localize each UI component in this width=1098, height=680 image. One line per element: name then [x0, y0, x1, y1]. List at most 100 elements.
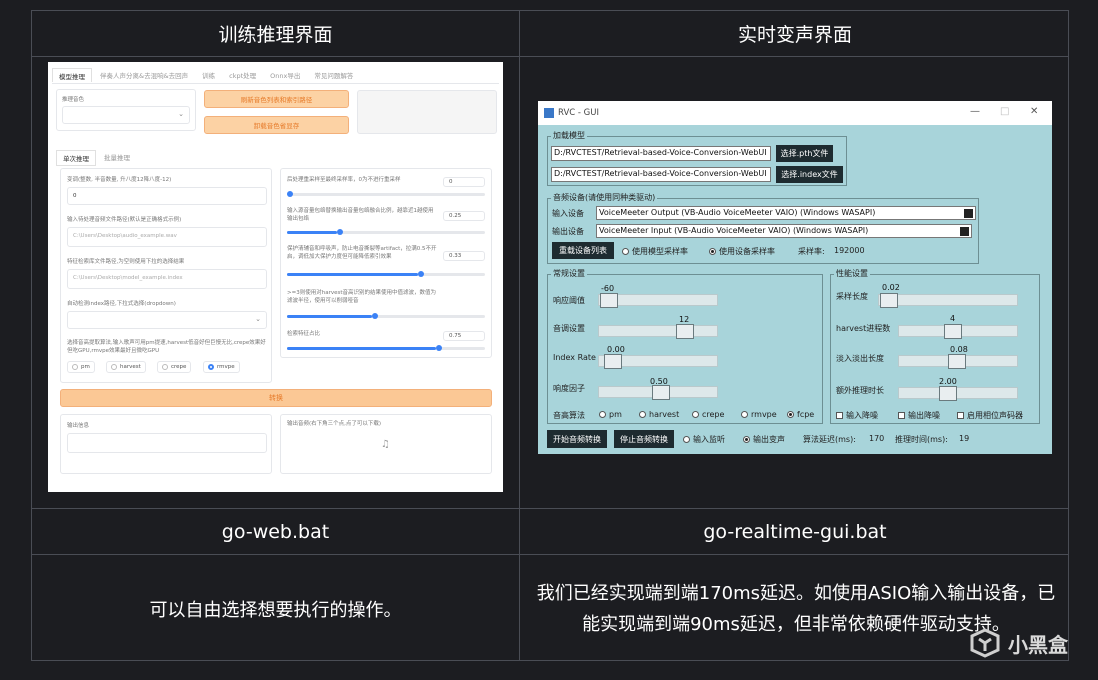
slider-knob[interactable]	[652, 385, 670, 400]
pitch-label: 音调设置	[553, 324, 585, 333]
f0-option-label: rmvpe	[217, 364, 235, 370]
f0-rmvpe-radio[interactable]: rmvpe	[741, 410, 777, 419]
slider-knob[interactable]	[880, 293, 898, 308]
input-denoise-checkbox[interactable]: 输入降噪	[836, 410, 878, 421]
index-path-field[interactable]: C:\Users\Desktop\model_example.index	[67, 269, 267, 289]
use-device-sr-radio[interactable]: 使用设备采样率	[709, 246, 775, 257]
slider-knob[interactable]	[417, 271, 424, 277]
close-icon[interactable]: ✕	[1030, 106, 1038, 117]
tab-onnx[interactable]: Onnx导出	[264, 68, 306, 82]
index-path-field[interactable]: D:/RVCTEST/Retrieval-based-Voice-Convers…	[551, 167, 771, 182]
extra-value: 2.00	[939, 377, 957, 386]
output-voice-radio[interactable]: 输出变声	[743, 434, 785, 445]
input-path-field[interactable]: C:\Users\Desktop\audio_example.wav	[67, 227, 267, 247]
f0-fcpe-radio[interactable]: fcpe	[787, 410, 814, 419]
slider-knob[interactable]	[948, 354, 966, 369]
radio-label: rmvpe	[751, 410, 777, 419]
radio-selected-icon	[709, 248, 716, 255]
file-right: go-realtime-gui.bat	[703, 520, 887, 543]
index-rate-value[interactable]: 0.25	[443, 211, 485, 221]
phase-vocoder-checkbox[interactable]: 启用相位声码器	[957, 410, 1023, 421]
tab-inference[interactable]: 模型推理	[52, 68, 92, 82]
pth-path-field[interactable]: D:/RVCTEST/Retrieval-based-Voice-Convers…	[551, 146, 771, 161]
f0-option-pm[interactable]: pm	[67, 361, 95, 373]
slider-knob[interactable]	[604, 354, 622, 369]
input-device-select[interactable]: VoiceMeeter Output (VB-Audio VoiceMeeter…	[596, 206, 976, 220]
f0-pm-radio[interactable]: pm	[599, 410, 622, 419]
input-monitor-radio[interactable]: 输入监听	[683, 434, 725, 445]
minimize-icon[interactable]: —	[970, 106, 980, 117]
start-conversion-button[interactable]: 开始音频转换	[547, 430, 607, 448]
radio-icon	[639, 411, 646, 418]
protect-value[interactable]: 0.33	[443, 251, 485, 261]
select-pth-button[interactable]: 选择.pth文件	[776, 145, 833, 162]
slider-knob[interactable]	[287, 191, 293, 197]
unload-button[interactable]: 卸载音色省显存	[204, 116, 349, 134]
use-model-sr-radio[interactable]: 使用模型采样率	[622, 246, 688, 257]
transpose-input[interactable]: 0	[67, 187, 267, 205]
auto-index-dropdown[interactable]: ⌄	[67, 311, 267, 329]
extra-slider[interactable]	[898, 386, 1018, 401]
voice-select-panel: 推理音色 ⌄	[56, 89, 196, 131]
file-left: go-web.bat	[221, 520, 330, 543]
tab-single[interactable]: 单次推理	[56, 150, 96, 166]
f0-label: 选择音高提取算法,输入歌声可用pm提速,harvest低音好但巨慢无比,crep…	[67, 340, 266, 354]
feature-value[interactable]: 0.75	[443, 331, 485, 341]
rms-slider[interactable]	[598, 385, 718, 400]
select-index-button[interactable]: 选择.index文件	[776, 166, 843, 183]
sample-len-label: 采样长度	[836, 292, 868, 301]
maximize-icon[interactable]: □	[1000, 106, 1009, 117]
harvest-slider[interactable]	[898, 324, 1018, 339]
radio-icon	[599, 411, 606, 418]
output-device-select[interactable]: VoiceMeeter Input (VB-Audio VoiceMeeter …	[596, 224, 972, 238]
f0-option-crepe[interactable]: crepe	[157, 361, 192, 373]
convert-button[interactable]: 转换	[60, 389, 492, 407]
extra-label: 额外推理时长	[836, 386, 884, 395]
input-path-label: 输入待处理音频文件路径(默认是正确格式示例)	[67, 217, 182, 223]
radio-icon	[111, 364, 117, 370]
slider-knob[interactable]	[939, 386, 957, 401]
tab-separation[interactable]: 伴奏人声分离&去混响&去回声	[94, 68, 194, 82]
f0-option-harvest[interactable]: harvest	[106, 361, 146, 373]
protect-slider[interactable]	[287, 271, 485, 277]
checkbox-icon	[898, 412, 905, 419]
slider-knob[interactable]	[372, 313, 379, 319]
tab-train[interactable]: 训练	[196, 68, 221, 82]
refresh-button[interactable]: 刷新音色列表和索引路径	[204, 90, 349, 108]
output-denoise-checkbox[interactable]: 输出降噪	[898, 410, 940, 421]
performance-label: 性能设置	[834, 268, 870, 279]
f0-option-rmvpe[interactable]: rmvpe	[203, 361, 240, 373]
protect-label: 保护清辅音和呼吸声，防止电音撕裂等artifact，拉满0.5不开启，调低加大保…	[287, 246, 437, 260]
index-rate-slider[interactable]	[287, 229, 485, 235]
index-label: 特征检索库文件路径,为空则使用下拉的选择结果	[67, 259, 185, 265]
f0-crepe-radio[interactable]: crepe	[692, 410, 724, 419]
sample-len-slider[interactable]	[878, 293, 1018, 308]
f0-label: 音高算法	[553, 411, 585, 420]
output-info-field[interactable]	[67, 433, 267, 453]
slider-knob[interactable]	[944, 324, 962, 339]
response-slider[interactable]	[598, 293, 718, 308]
index-rate-slider[interactable]	[598, 354, 718, 369]
header-left: 训练推理界面	[218, 24, 333, 46]
load-model-label: 加载模型	[551, 130, 587, 141]
voice-dropdown[interactable]: ⌄	[62, 106, 190, 124]
resample-slider[interactable]	[287, 191, 485, 197]
slider-knob[interactable]	[336, 229, 343, 235]
pitch-slider[interactable]	[598, 324, 718, 339]
tab-faq[interactable]: 常见问题解答	[308, 68, 359, 82]
general-settings-label: 常规设置	[551, 268, 587, 279]
tab-ckpt[interactable]: ckpt处理	[223, 68, 262, 82]
app-icon	[544, 108, 554, 118]
slider-knob[interactable]	[600, 293, 618, 308]
feature-slider[interactable]	[287, 345, 485, 351]
stop-conversion-button[interactable]: 停止音频转换	[614, 430, 674, 448]
f0-harvest-radio[interactable]: harvest	[639, 410, 679, 419]
slider-knob[interactable]	[435, 345, 442, 351]
fade-slider[interactable]	[898, 354, 1018, 369]
reload-devices-button[interactable]: 重载设备列表	[552, 242, 614, 259]
resample-value[interactable]: 0	[443, 177, 485, 187]
filter-slider[interactable]	[287, 313, 485, 319]
inference-subtabs: 单次推理 批量推理	[56, 150, 136, 166]
slider-knob[interactable]	[676, 324, 694, 339]
tab-batch[interactable]: 批量推理	[98, 150, 136, 166]
